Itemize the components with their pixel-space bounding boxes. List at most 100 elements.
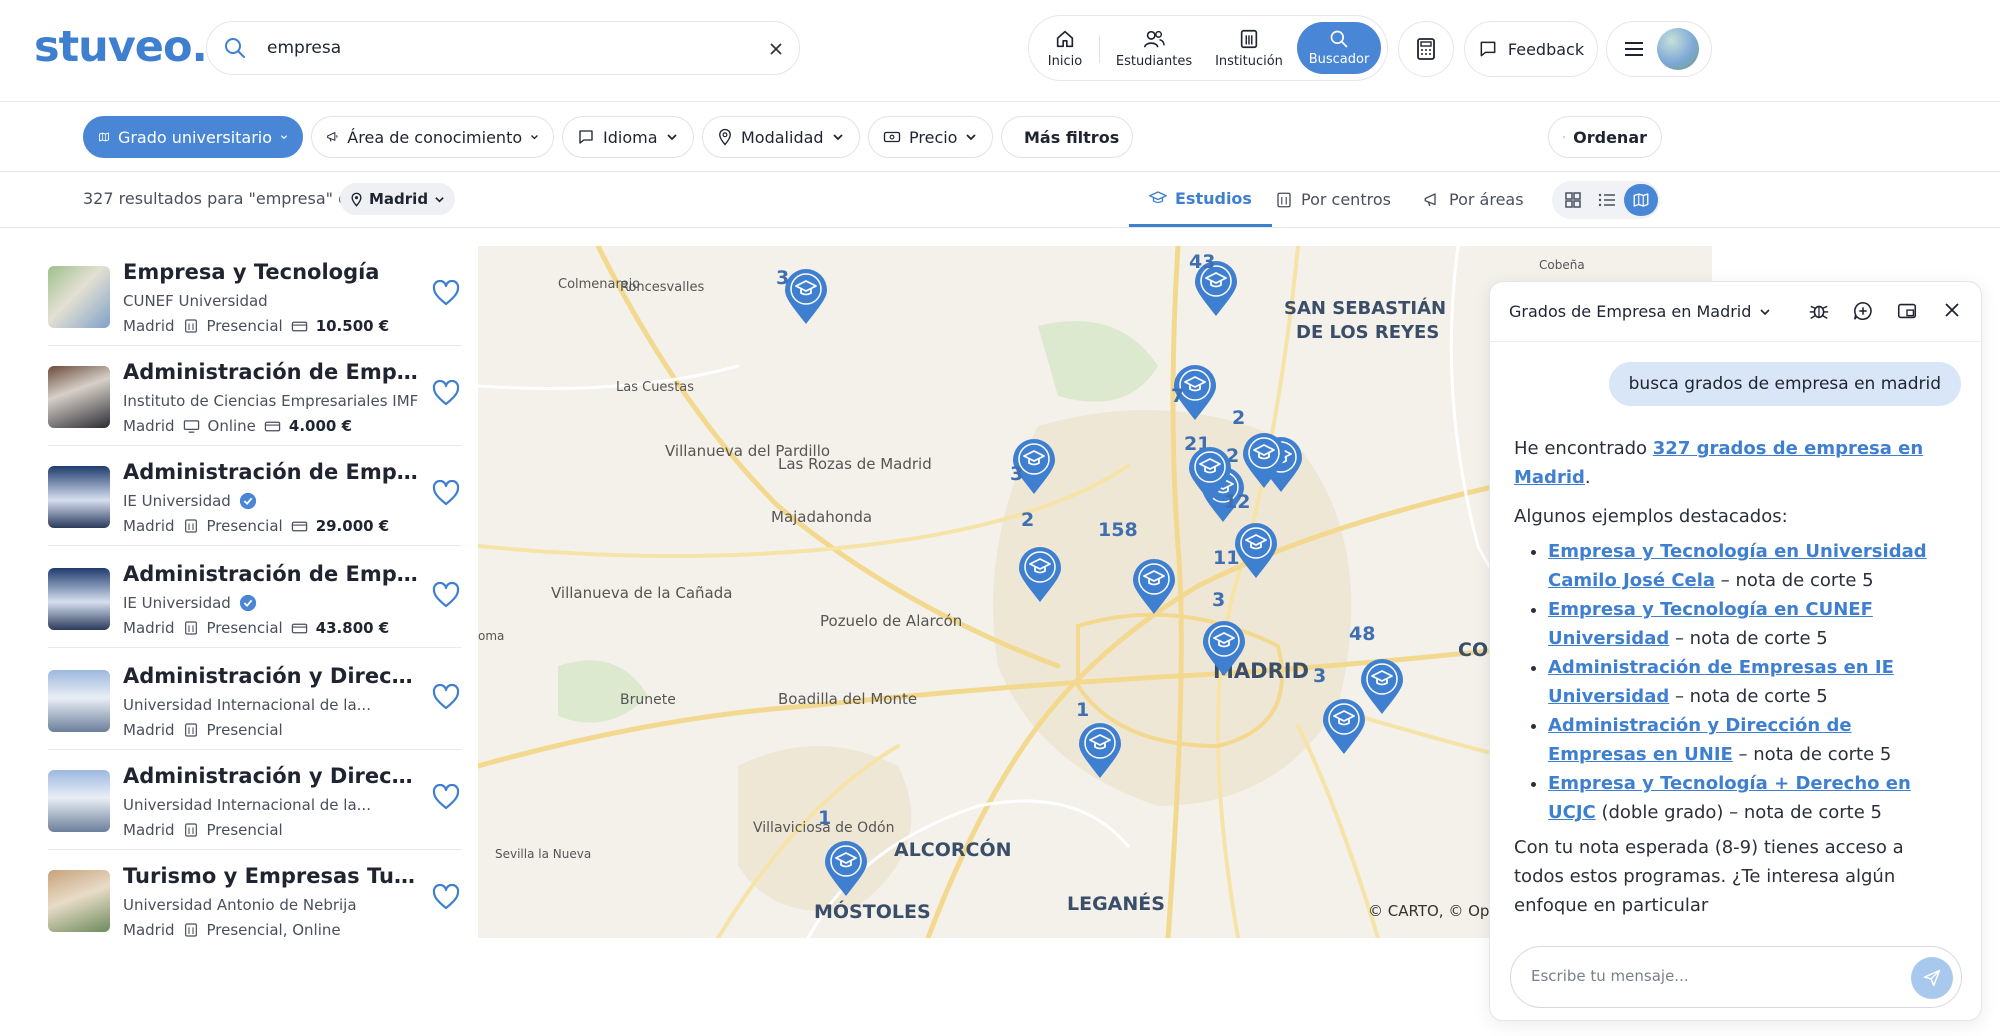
tab-centros-label: Por centros [1301, 190, 1391, 209]
pin-center [790, 273, 822, 305]
institution-name: Universidad Internacional de la... [123, 796, 371, 814]
map-place-label: Majadahonda [771, 508, 872, 526]
nav-inicio[interactable]: Inicio [1039, 16, 1091, 80]
city-label: Madrid [123, 921, 175, 938]
program-meta: Madrid Online 4.000 € [123, 417, 352, 435]
list-item[interactable]: Empresa y Tecnología CUNEF Universidad Mad… [48, 246, 462, 346]
graduation-cap-icon [1149, 191, 1167, 204]
program-thumbnail [48, 366, 110, 428]
location-label: Madrid [369, 190, 429, 208]
cluster-count-label: 158 [1098, 519, 1138, 541]
favorite-heart-icon[interactable] [432, 582, 460, 608]
list-item[interactable]: Administración de Empresas IE Universidad… [48, 548, 462, 648]
bug-icon[interactable] [1808, 300, 1830, 322]
favorite-heart-icon[interactable] [432, 784, 460, 810]
nav-estudiantes[interactable]: Estudiantes [1109, 16, 1199, 80]
money-icon [291, 320, 308, 333]
list-item[interactable]: Turismo y Empresas Turísticas Universidad… [48, 850, 462, 938]
top-bar: stuveo. empresa Inicio Estudiantes Insti… [0, 0, 2000, 102]
program-title[interactable]: Empresa y Tecnología [123, 260, 423, 284]
cluster-count-label: 7 [1171, 385, 1184, 407]
close-icon[interactable] [1942, 300, 1962, 320]
filter-mode-label: Modalidad [741, 127, 824, 147]
favorite-heart-icon[interactable] [432, 684, 460, 710]
building-icon [183, 822, 199, 838]
favorite-heart-icon[interactable] [432, 480, 460, 506]
mode-label: Presencial [206, 517, 283, 535]
map-place-label: Sevilla la Nueva [495, 847, 591, 861]
examples-heading: Algunos ejemplos destacados: [1514, 506, 1788, 527]
program-meta: Madrid Presencial 10.500 € [123, 317, 389, 335]
clear-search-icon[interactable] [763, 36, 789, 62]
chat-bubble-icon [579, 130, 593, 144]
list-item[interactable]: Administración y Dirección de... Universi… [48, 650, 462, 750]
list-item[interactable]: Administración y Dirección de... Universi… [48, 750, 462, 850]
pin-center [1208, 625, 1240, 657]
chat-header: Grados de Empresa en Madrid [1490, 282, 1981, 342]
user-menu-button[interactable] [1606, 21, 1712, 77]
pin-center [1138, 563, 1170, 595]
favorite-heart-icon[interactable] [432, 380, 460, 406]
search-input[interactable]: empresa [267, 38, 341, 58]
location-selector[interactable]: Madrid [340, 183, 456, 215]
cluster-count-label: 3 [1212, 589, 1225, 611]
list-view-button[interactable] [1590, 184, 1624, 216]
map-place-label: Cobeña [1539, 258, 1585, 272]
program-title[interactable]: Administración de Empresas [123, 360, 423, 384]
nav-buscador[interactable]: Buscador [1297, 22, 1381, 74]
results-bar: 327 resultados para "empresa" en Madrid … [0, 172, 2000, 228]
example-item: Empresa y Tecnología + Derecho en UCJC (… [1548, 769, 1954, 827]
chat-title: Grados de Empresa en Madrid [1509, 302, 1752, 321]
sort-button[interactable]: Ordenar [1548, 116, 1662, 158]
calculator-button[interactable] [1398, 21, 1454, 77]
favorite-heart-icon[interactable] [432, 884, 460, 910]
chat-title-dropdown[interactable]: Grados de Empresa en Madrid [1509, 302, 1771, 321]
program-meta: Madrid Presencial [123, 821, 283, 839]
nav-institucion[interactable]: Institución [1206, 16, 1292, 80]
assistant-closing: Con tu nota esperada (8-9) tienes acceso… [1514, 837, 1904, 916]
chat-input[interactable]: Escribe tu mensaje... [1510, 946, 1962, 1008]
institution-name: Universidad Internacional de la... [123, 696, 371, 714]
filter-degree[interactable]: Grado universitario [83, 116, 303, 158]
tab-estudios[interactable]: Estudios [1129, 172, 1272, 227]
filter-language-label: Idioma [603, 127, 658, 147]
program-title[interactable]: Administración y Dirección de... [123, 664, 423, 688]
pin-center [1179, 369, 1211, 401]
map-view-button[interactable] [1624, 184, 1658, 216]
chat-input-placeholder: Escribe tu mensaje... [1531, 967, 1689, 985]
cluster-count-label: 2 [1232, 407, 1245, 429]
stuveo-logo[interactable]: stuveo. [34, 22, 208, 72]
examples-list: Empresa y Tecnología en Universidad Cami… [1548, 537, 1954, 827]
filter-area[interactable]: Área de conocimiento [311, 116, 554, 158]
list-item[interactable]: Administración de Empresas Instituto de C… [48, 346, 462, 446]
program-thumbnail [48, 568, 110, 630]
chevron-down-icon [531, 135, 538, 140]
map-marker[interactable] [785, 269, 827, 324]
map-icon [99, 132, 109, 142]
tab-areas[interactable]: Por áreas [1403, 172, 1544, 227]
grid-view-button[interactable] [1556, 184, 1590, 216]
program-title[interactable]: Turismo y Empresas Turísticas [123, 864, 423, 888]
new-chat-icon[interactable] [1852, 300, 1874, 322]
city-label: Madrid [123, 517, 175, 535]
filter-price[interactable]: Precio [868, 116, 993, 158]
send-button[interactable] [1911, 957, 1953, 999]
more-filters-button[interactable]: Más filtros [1001, 116, 1133, 158]
search-bar[interactable]: empresa [206, 21, 800, 75]
filter-language[interactable]: Idioma [562, 116, 694, 158]
filter-mode[interactable]: Modalidad [702, 116, 860, 158]
program-title[interactable]: Administración de Empresas [123, 562, 423, 586]
feedback-button[interactable]: Feedback [1464, 21, 1598, 77]
hamburger-icon [1625, 42, 1643, 56]
verified-icon [239, 594, 257, 612]
list-item[interactable]: Administración de Empresas IE Universidad… [48, 446, 462, 546]
map-marker[interactable] [1361, 659, 1403, 714]
favorite-heart-icon[interactable] [432, 280, 460, 306]
program-meta: Madrid Presencial, Online [123, 921, 341, 938]
map-marker[interactable] [1323, 699, 1365, 754]
program-title[interactable]: Administración de Empresas [123, 460, 423, 484]
tab-centros[interactable]: Por centros [1255, 172, 1411, 227]
program-title[interactable]: Administración y Dirección de... [123, 764, 423, 788]
pin-center [1024, 551, 1056, 583]
open-window-icon[interactable] [1896, 300, 1918, 322]
